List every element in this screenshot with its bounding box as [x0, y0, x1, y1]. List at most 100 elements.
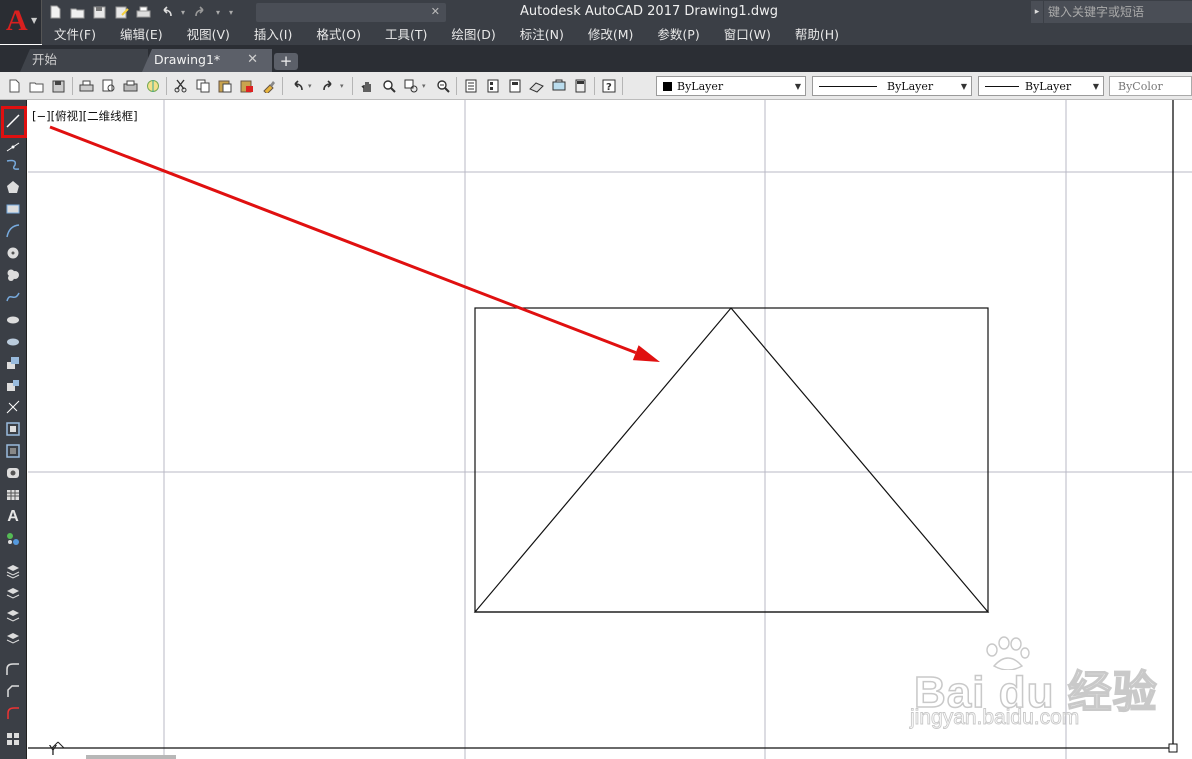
insert-block-icon[interactable] — [3, 354, 23, 372]
lineweight-control[interactable]: ByLayer ▼ — [978, 76, 1104, 96]
menu-help[interactable]: 帮助(H) — [783, 25, 851, 45]
circle-icon[interactable] — [3, 244, 23, 262]
plot-style-control[interactable]: ByColor — [1109, 76, 1192, 96]
make-block-icon[interactable] — [3, 376, 23, 394]
zoom-previous-icon[interactable] — [432, 76, 453, 96]
polygon-icon[interactable] — [3, 178, 23, 196]
menu-dimension[interactable]: 标注(N) — [508, 25, 576, 45]
arc-icon[interactable] — [3, 222, 23, 240]
fillet-icon[interactable] — [3, 660, 23, 678]
menu-parametric[interactable]: 参数(P) — [645, 25, 711, 45]
menu-format[interactable]: 格式(O) — [304, 25, 373, 45]
markup-set-icon[interactable] — [548, 76, 569, 96]
menu-tools[interactable]: 工具(T) — [373, 25, 439, 45]
redo-dropdown-icon[interactable]: ▾ — [340, 82, 349, 90]
menu-edit[interactable]: 编辑(E) — [108, 25, 175, 45]
qnew-icon[interactable] — [4, 76, 25, 96]
undo-icon[interactable] — [286, 76, 307, 96]
match-properties-icon[interactable] — [258, 76, 279, 96]
table-icon[interactable] — [3, 486, 23, 504]
undo-dropdown-icon[interactable]: ▾ — [308, 82, 317, 90]
plot-preview-icon[interactable] — [98, 76, 119, 96]
chevron-down-icon[interactable]: ▼ — [1091, 77, 1101, 95]
new-tab-button[interactable]: + — [274, 53, 298, 70]
help-icon[interactable]: ? — [598, 76, 619, 96]
array-icon[interactable] — [3, 730, 23, 748]
color-control[interactable]: ByLayer ▼ — [656, 76, 806, 96]
menu-insert[interactable]: 插入(I) — [242, 25, 304, 45]
close-icon[interactable]: ✕ — [247, 49, 258, 71]
revision-cloud-icon[interactable] — [3, 266, 23, 284]
help-search-input[interactable] — [1044, 1, 1192, 23]
save-icon[interactable] — [48, 76, 69, 96]
toolbar-divider — [352, 77, 353, 95]
3d-print-icon[interactable] — [142, 76, 163, 96]
menu-modify[interactable]: 修改(M) — [576, 25, 646, 45]
new-file-icon[interactable] — [46, 3, 65, 21]
properties-icon[interactable] — [460, 76, 481, 96]
layer-properties-icon[interactable] — [3, 562, 23, 580]
hatch-icon[interactable] — [3, 420, 23, 438]
undo-icon[interactable] — [156, 3, 175, 21]
workspace-close-icon[interactable]: ✕ — [431, 5, 440, 18]
region-icon[interactable] — [3, 464, 23, 482]
add-selected-icon[interactable] — [3, 530, 23, 548]
open-folder-icon[interactable] — [68, 3, 87, 21]
autocad-logo-icon: A — [6, 4, 28, 37]
menu-view[interactable]: 视图(V) — [175, 25, 242, 45]
chevron-down-icon[interactable]: ▼ — [793, 77, 803, 95]
zoom-dropdown-icon[interactable]: ▾ — [422, 82, 431, 90]
redo-icon[interactable] — [191, 3, 210, 21]
ellipse-icon[interactable] — [3, 310, 23, 328]
trim-icon[interactable] — [3, 704, 23, 722]
layer-freeze-icon[interactable] — [3, 628, 23, 646]
layer-isolate-icon[interactable] — [3, 606, 23, 624]
polyline-icon[interactable] — [3, 156, 23, 174]
quickcalc-icon[interactable] — [570, 76, 591, 96]
cut-icon[interactable] — [170, 76, 191, 96]
sheet-set-icon[interactable] — [526, 76, 547, 96]
chamfer-icon[interactable] — [3, 682, 23, 700]
construction-line-icon[interactable] — [3, 136, 23, 154]
save-icon[interactable] — [90, 3, 109, 21]
save-as-icon[interactable] — [112, 3, 131, 21]
workspace-switcher[interactable]: ✕ — [256, 3, 446, 22]
rectangle-icon[interactable] — [3, 200, 23, 218]
menu-draw[interactable]: 绘图(D) — [439, 25, 507, 45]
customize-qat-icon[interactable]: ▾ — [226, 3, 236, 21]
tool-palettes-icon[interactable] — [504, 76, 525, 96]
open-icon[interactable] — [26, 76, 47, 96]
layer-state-icon[interactable] — [3, 584, 23, 602]
menu-file[interactable]: 文件(F) — [42, 25, 108, 45]
ellipse-arc-icon[interactable] — [3, 332, 23, 350]
copy-icon[interactable] — [192, 76, 213, 96]
design-center-icon[interactable] — [482, 76, 503, 96]
undo-dropdown-icon[interactable]: ▾ — [178, 3, 188, 21]
zoom-window-icon[interactable] — [400, 76, 421, 96]
zoom-realtime-icon[interactable] — [378, 76, 399, 96]
toolbar-divider — [456, 77, 457, 95]
gradient-icon[interactable] — [3, 442, 23, 460]
point-icon[interactable] — [3, 398, 23, 416]
paste-special-icon[interactable] — [236, 76, 257, 96]
redo-dropdown-icon[interactable]: ▾ — [213, 3, 223, 21]
redo-icon[interactable] — [318, 76, 339, 96]
chevron-down-icon[interactable]: ▼ — [959, 77, 969, 95]
linetype-control[interactable]: ByLayer ▼ — [812, 76, 972, 96]
viewport-controls-label[interactable]: [−][俯视][二维线框] — [32, 108, 138, 124]
plot-icon[interactable] — [76, 76, 97, 96]
application-menu-button[interactable]: A ▼ — [0, 0, 42, 44]
tab-start[interactable]: 开始 — [20, 49, 148, 72]
layout-tabs-strip[interactable] — [86, 755, 176, 759]
pan-hand-icon[interactable] — [356, 76, 377, 96]
multiline-text-icon[interactable]: A — [3, 508, 23, 526]
quick-access-toolbar: ▾ ▾ ▾ — [46, 3, 236, 21]
drawn-triangle — [473, 307, 990, 613]
print-icon[interactable] — [134, 3, 153, 21]
search-expand-icon[interactable]: ▸ — [1031, 1, 1043, 23]
publish-icon[interactable] — [120, 76, 141, 96]
paste-icon[interactable] — [214, 76, 235, 96]
tab-drawing1[interactable]: Drawing1* ✕ — [142, 49, 272, 72]
spline-icon[interactable] — [3, 288, 23, 306]
menu-window[interactable]: 窗口(W) — [712, 25, 783, 45]
